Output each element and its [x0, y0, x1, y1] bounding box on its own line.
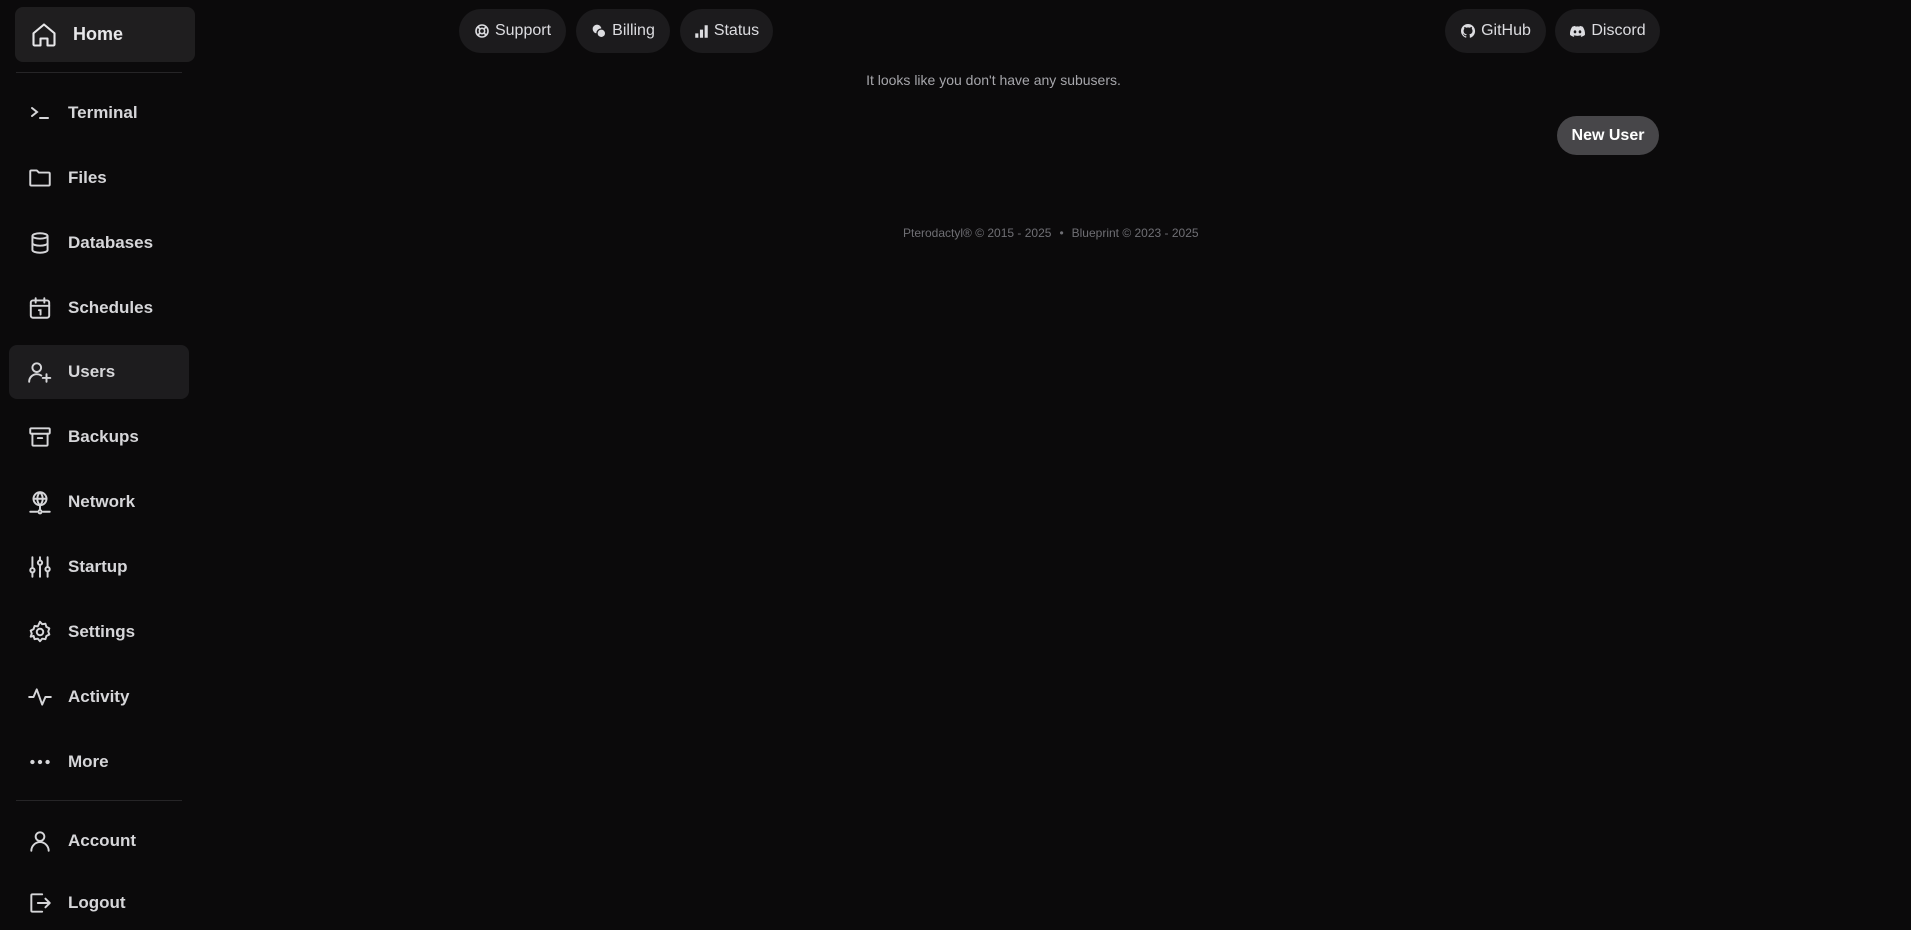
sidebar-item-startup[interactable]: Startup [9, 540, 189, 594]
discord-icon [1569, 23, 1586, 40]
sidebar-item-label: Home [73, 24, 124, 44]
sidebar-item-network[interactable]: Network [9, 475, 189, 529]
pterodactyl-copyright: Pterodactyl® © 2015 - 2025 [903, 226, 1052, 240]
github-label: GitHub [1481, 22, 1531, 39]
sidebar-item-label: Backups [68, 427, 139, 446]
gear-icon [26, 618, 54, 646]
sidebar-item-files[interactable]: Files [9, 151, 189, 205]
sidebar-item-label: Schedules [68, 298, 154, 317]
sidebar-item-label: Logout [68, 893, 126, 912]
sidebar-item-label: Network [68, 492, 136, 511]
signal-bars-icon [694, 24, 709, 39]
support-label: Support [494, 22, 552, 39]
sidebar-item-label: Startup [68, 557, 128, 576]
footer: Pterodactyl® © 2015 - 2025 • Blueprint © 2… [903, 226, 1199, 240]
activity-icon [26, 683, 54, 711]
sidebar-item-settings[interactable]: Settings [9, 605, 189, 659]
sidebar-item-terminal[interactable]: Terminal [9, 86, 189, 140]
user-icon [26, 827, 54, 855]
logout-icon [26, 889, 54, 917]
billing-link[interactable]: Billing [576, 9, 670, 53]
sidebar-item-activity[interactable]: Activity [9, 670, 189, 724]
terminal-icon [26, 99, 54, 127]
sidebar-item-users[interactable]: Users [9, 345, 189, 399]
sliders-icon [26, 553, 54, 581]
empty-state-message: It looks like you don't have any subuser… [0, 72, 1911, 88]
sidebar-item-account[interactable]: Account [9, 814, 189, 868]
sidebar-item-label: Users [68, 362, 116, 381]
database-icon [26, 229, 54, 257]
calendar-icon [26, 294, 54, 322]
new-user-button[interactable]: New User [1557, 116, 1659, 155]
sidebar-item-more[interactable]: More [9, 735, 189, 789]
sidebar-item-logout[interactable]: Logout [9, 876, 189, 930]
ellipsis-icon [26, 748, 54, 776]
billing-label: Billing [612, 22, 655, 39]
github-icon [1460, 23, 1476, 39]
support-link[interactable]: Support [459, 9, 566, 53]
status-label: Status [713, 22, 760, 39]
sidebar-item-label: Terminal [68, 103, 138, 122]
coins-icon [591, 23, 607, 39]
folder-icon [26, 164, 54, 192]
status-link[interactable]: Status [680, 9, 773, 53]
sidebar-item-label: Account [68, 831, 136, 850]
sidebar-item-label: Settings [68, 622, 136, 641]
archive-icon [26, 423, 54, 451]
discord-label: Discord [1591, 22, 1646, 39]
github-link[interactable]: GitHub [1445, 9, 1546, 53]
blueprint-copyright: Blueprint © 2023 - 2025 [1071, 226, 1199, 240]
users-icon [26, 358, 54, 386]
network-icon [26, 488, 54, 516]
lifebuoy-icon [474, 23, 490, 39]
sidebar: Home Terminal Files Databases Schedules … [0, 0, 200, 913]
sidebar-item-backups[interactable]: Backups [9, 410, 189, 464]
footer-separator: • [1059, 226, 1064, 240]
empty-state-text: It looks like you don't have any subuser… [866, 72, 1121, 88]
sidebar-item-label: Files [68, 168, 107, 187]
sidebar-item-label: Databases [68, 233, 154, 252]
sidebar-item-label: Activity [68, 687, 130, 706]
discord-link[interactable]: Discord [1555, 9, 1660, 53]
home-icon [30, 21, 58, 49]
sidebar-item-schedules[interactable]: Schedules [9, 281, 189, 335]
sidebar-item-databases[interactable]: Databases [9, 216, 189, 270]
sidebar-item-label: More [68, 752, 109, 771]
sidebar-divider [16, 800, 182, 801]
sidebar-item-home[interactable]: Home [15, 7, 195, 62]
